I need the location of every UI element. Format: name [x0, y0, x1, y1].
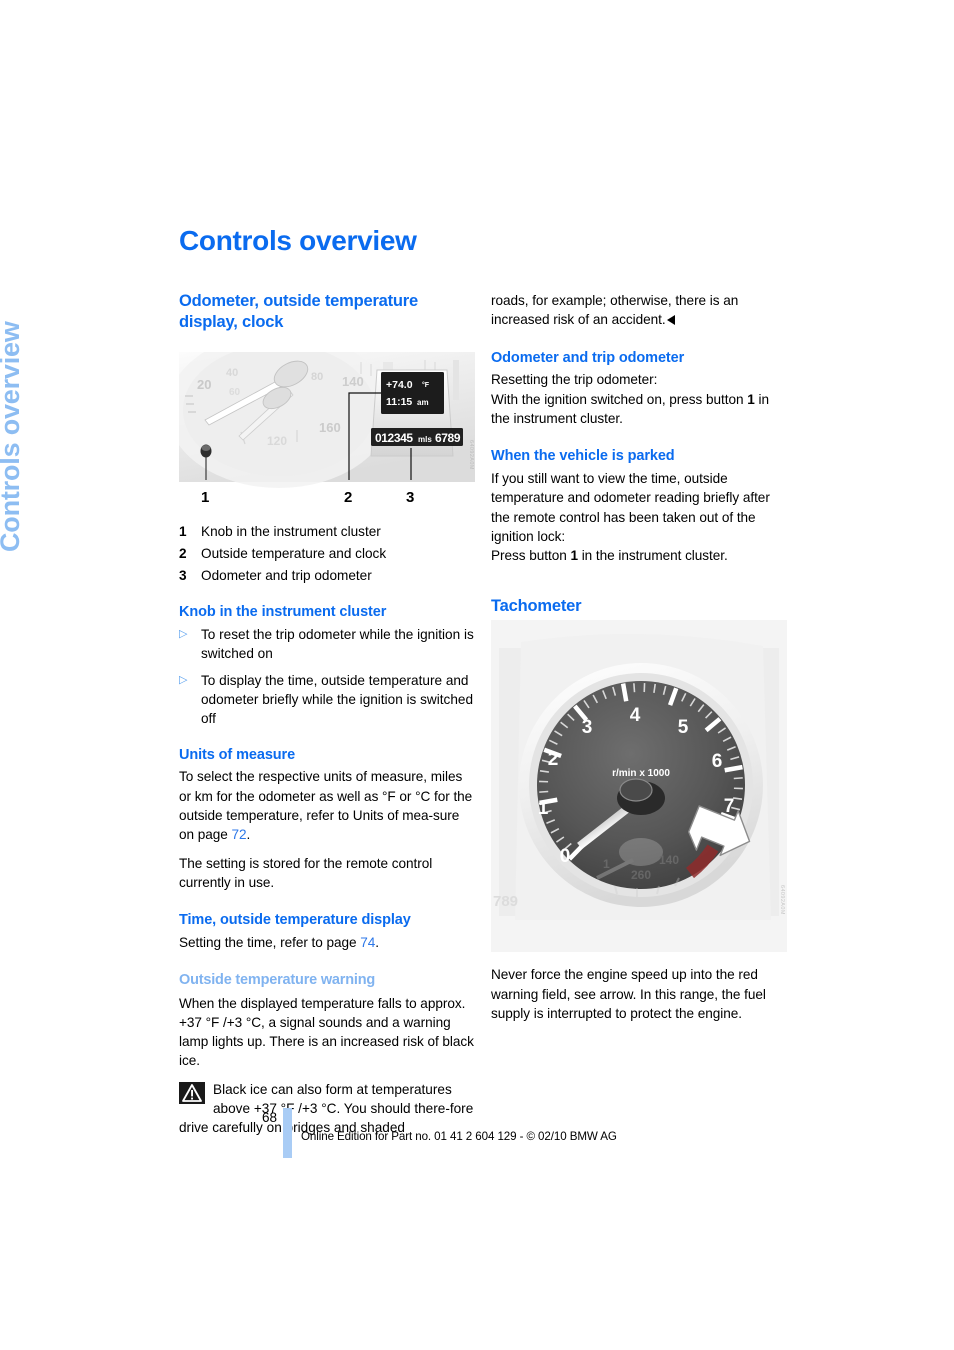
page-reference-72[interactable]: 72 — [232, 827, 247, 842]
figure-legend: 1 Knob in the instrument cluster 2 Outsi… — [179, 521, 475, 587]
folio-accent-bar — [283, 1108, 292, 1158]
section-heading-tachometer: Tachometer — [491, 596, 582, 615]
bullet-item: ▷ To reset the trip odometer while the i… — [179, 625, 475, 664]
button-number-reference: 1 — [570, 548, 578, 564]
subheading-knob: Knob in the instrument cluster — [179, 604, 387, 621]
time-text: Setting the time, refer to page — [179, 935, 361, 951]
bullet-label: To display the time, outside temperature… — [201, 672, 474, 727]
warning-continuation-text: roads, for example; otherwise, there is … — [491, 293, 739, 328]
arrow-bullet-icon: ▷ — [179, 673, 188, 686]
legend-number: 1 — [179, 524, 187, 540]
left-column: Odometer, outside temperature display, c… — [179, 291, 475, 1138]
warning-continuation-paragraph: roads, for example; otherwise, there is … — [491, 291, 787, 330]
legend-number: 2 — [179, 546, 187, 562]
warning-callout-text: Black ice can also form at temperatures … — [179, 1081, 474, 1136]
right-column: roads, for example; otherwise, there is … — [491, 291, 787, 1032]
parked-instruction-a: Press button — [491, 548, 571, 564]
legend-item: 2 Outside temperature and clock — [179, 543, 475, 565]
parked-instruction: Press button 1 in the instrument cluster… — [491, 546, 787, 565]
page-number: 68 — [262, 1110, 278, 1125]
legend-label: Knob in the instrument cluster — [201, 524, 381, 540]
odometer-reset-instruction: With the ignition switched on, press but… — [491, 390, 787, 429]
subheading-time-display: Time, outside temperature display — [179, 912, 411, 929]
footer-edition-text: Online Edition for Part no. 01 41 2 604 … — [301, 1130, 617, 1143]
parked-instruction-b: in the instrument cluster. — [577, 548, 728, 564]
warning-triangle-icon — [179, 1081, 205, 1104]
legend-item: 3 Odometer and trip odometer — [179, 565, 475, 587]
bullet-item: ▷ To display the time, outside temperatu… — [179, 671, 475, 729]
legend-item: 1 Knob in the instrument cluster — [179, 521, 475, 543]
page-title: Controls overview — [179, 225, 417, 256]
button-number-reference: 1 — [747, 391, 755, 407]
page-reference-74[interactable]: 74 — [360, 935, 375, 950]
subheading-vehicle-parked: When the vehicle is parked — [491, 448, 675, 465]
arrow-bullet-icon: ▷ — [179, 628, 188, 641]
parked-paragraph: If you still want to view the time, outs… — [491, 471, 770, 545]
chapter-side-tab-label: Controls overview — [0, 321, 25, 552]
subheading-temperature-warning: Outside temperature warning — [179, 972, 376, 989]
bullet-label: To reset the trip odometer while the ign… — [201, 627, 474, 662]
subheading-units: Units of measure — [179, 746, 296, 763]
temperature-warning-paragraph: When the displayed temperature falls to … — [179, 995, 474, 1069]
units-text-end: . — [246, 827, 251, 843]
chapter-side-tab: Controls overview — [0, 252, 29, 552]
manual-page: Controls overview Controls overview 20 4… — [0, 0, 954, 1350]
units-paragraph: To select the respective units of measur… — [179, 767, 475, 844]
time-text-end: . — [375, 935, 380, 951]
legend-label: Odometer and trip odometer — [201, 568, 372, 584]
tachometer-paragraph: Never force the engine speed up into the… — [491, 967, 766, 1021]
legend-number: 3 — [179, 568, 187, 584]
section-heading-odometer: Odometer, outside temperature display, c… — [179, 292, 419, 331]
legend-label: Outside temperature and clock — [201, 546, 387, 562]
odometer-instruction-a: With the ignition switched on, press but… — [491, 391, 748, 407]
warning-callout: Black ice can also form at temperatures … — [179, 1080, 475, 1138]
subheading-odometer-trip: Odometer and trip odometer — [491, 349, 685, 366]
end-of-warning-marker — [666, 315, 675, 326]
units-storage-paragraph: The setting is stored for the remote con… — [179, 855, 433, 890]
units-text: To select the respective units of measur… — [179, 769, 473, 843]
odometer-reset-line: Resetting the trip odometer: — [491, 372, 658, 388]
time-paragraph: Setting the time, refer to page 74. — [179, 933, 475, 952]
